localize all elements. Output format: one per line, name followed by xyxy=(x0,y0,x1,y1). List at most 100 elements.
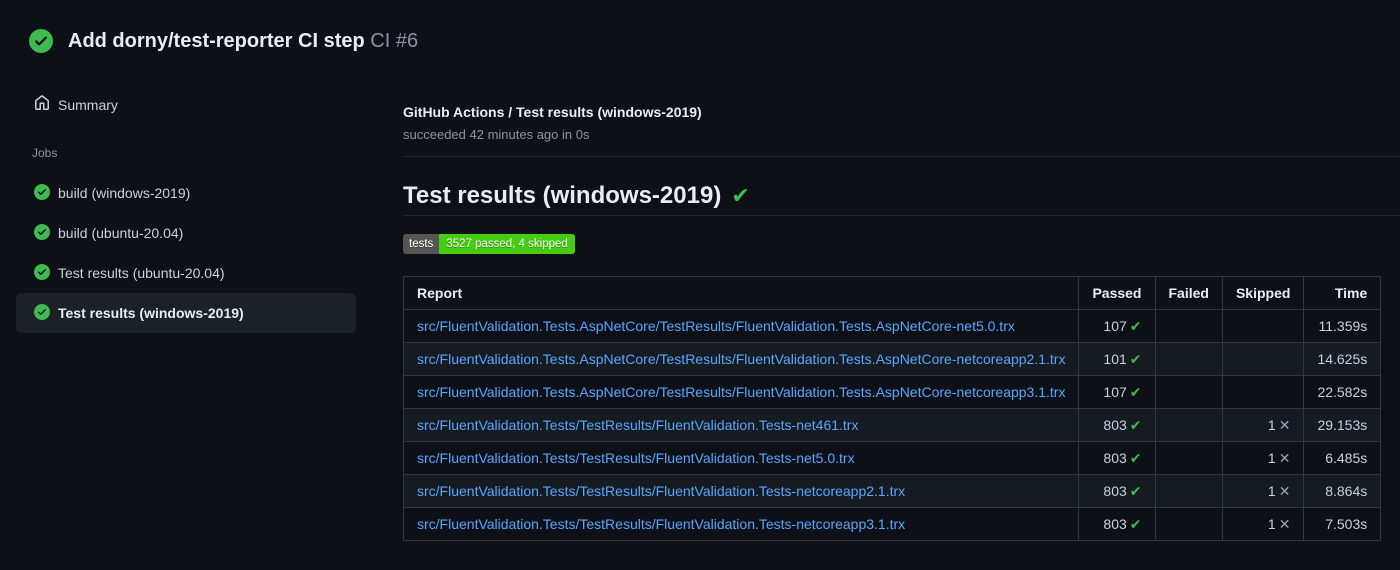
check-icon: ✔ xyxy=(1129,450,1142,466)
result-row: src/FluentValidation.Tests.AspNetCore/Te… xyxy=(402,309,1382,343)
time-cell: 6.485s xyxy=(1303,441,1382,475)
failed-cell xyxy=(1154,342,1223,376)
run-header: Add dorny/test-reporter CI step CI #6 xyxy=(29,29,418,53)
cross-icon: ✕ xyxy=(1278,450,1291,466)
passed-count: 803 xyxy=(1103,483,1127,499)
passed-cell: 803 ✔ xyxy=(1078,408,1156,442)
badge-value: 3527 passed, 4 skipped xyxy=(439,234,575,254)
passed-count: 107 xyxy=(1103,318,1127,334)
time-cell: 11.359s xyxy=(1303,309,1382,343)
report-link[interactable]: src/FluentValidation.Tests/TestResults/F… xyxy=(417,483,905,499)
result-row: src/FluentValidation.Tests/TestResults/F… xyxy=(402,441,1382,475)
failed-cell xyxy=(1154,375,1223,409)
skipped-count: 1 xyxy=(1267,516,1276,532)
heading-check-icon: ✔ xyxy=(731,183,750,208)
result-row: src/FluentValidation.Tests/TestResults/F… xyxy=(402,408,1382,442)
passed-cell: 803 ✔ xyxy=(1078,441,1156,475)
skipped-cell xyxy=(1221,375,1305,409)
run-status-text: succeeded 42 minutes ago in 0s xyxy=(403,127,590,142)
passed-count: 803 xyxy=(1103,516,1127,532)
report-link[interactable]: src/FluentValidation.Tests.AspNetCore/Te… xyxy=(417,318,1015,334)
time-cell: 14.625s xyxy=(1303,342,1382,376)
report-link[interactable]: src/FluentValidation.Tests.AspNetCore/Te… xyxy=(417,351,1065,367)
passed-count: 101 xyxy=(1103,351,1127,367)
report-link[interactable]: src/FluentValidation.Tests/TestResults/F… xyxy=(417,417,858,433)
passed-cell: 803 ✔ xyxy=(1078,474,1156,508)
divider xyxy=(403,215,1400,216)
check-icon: ✔ xyxy=(1129,516,1142,532)
failed-cell xyxy=(1154,507,1223,541)
success-check-circle-icon xyxy=(34,263,50,283)
check-icon: ✔ xyxy=(1129,351,1142,367)
time-cell: 22.582s xyxy=(1303,375,1382,409)
report-link[interactable]: src/FluentValidation.Tests/TestResults/F… xyxy=(417,516,905,532)
success-check-circle-icon xyxy=(34,223,50,243)
skipped-cell: 1 ✕ xyxy=(1221,507,1305,541)
time-cell: 29.153s xyxy=(1303,408,1382,442)
checks-page: Add dorny/test-reporter CI step CI #6 Su… xyxy=(0,0,1400,570)
time-cell: 7.503s xyxy=(1303,507,1382,541)
check-icon: ✔ xyxy=(1129,384,1142,400)
sidebar-job-item[interactable]: build (windows-2019) xyxy=(16,173,356,213)
report-link[interactable]: src/FluentValidation.Tests/TestResults/F… xyxy=(417,450,855,466)
run-title: Add dorny/test-reporter CI step xyxy=(68,29,365,52)
column-header-passed: Passed xyxy=(1078,276,1156,310)
jobs-list: build (windows-2019) build (ubuntu-20.04… xyxy=(0,173,372,333)
badge-label: tests xyxy=(403,234,440,254)
failed-cell xyxy=(1154,309,1223,343)
job-label: build (windows-2019) xyxy=(58,185,191,201)
cross-icon: ✕ xyxy=(1278,516,1291,532)
run-number: CI #6 xyxy=(370,29,419,52)
cross-icon: ✕ xyxy=(1278,483,1291,499)
column-header-skipped: Skipped xyxy=(1221,276,1305,310)
skipped-cell xyxy=(1221,342,1305,376)
skipped-cell: 1 ✕ xyxy=(1221,441,1305,475)
main-content: GitHub Actions / Test results (windows-2… xyxy=(402,90,1400,541)
sidebar-item-summary[interactable]: Summary xyxy=(0,90,372,120)
column-header-failed: Failed xyxy=(1154,276,1223,310)
result-row: src/FluentValidation.Tests.AspNetCore/Te… xyxy=(402,375,1382,409)
failed-cell xyxy=(1154,474,1223,508)
check-run-breadcrumb: GitHub Actions / Test results (windows-2… xyxy=(403,104,702,120)
test-results-table: Report Passed Failed Skipped Time src/Fluent… xyxy=(402,276,1382,541)
skipped-count: 1 xyxy=(1267,417,1276,433)
check-icon: ✔ xyxy=(1129,483,1142,499)
home-icon xyxy=(34,94,50,116)
passed-count: 803 xyxy=(1103,417,1127,433)
jobs-section-label: Jobs xyxy=(32,146,58,160)
table-header-row: Report Passed Failed Skipped Time xyxy=(402,276,1382,310)
time-cell: 8.864s xyxy=(1303,474,1382,508)
passed-cell: 101 ✔ xyxy=(1078,342,1156,376)
summary-label: Summary xyxy=(58,97,118,113)
success-check-circle-icon xyxy=(29,29,53,53)
skipped-cell: 1 ✕ xyxy=(1221,474,1305,508)
skipped-count: 1 xyxy=(1267,483,1276,499)
job-label: build (ubuntu-20.04) xyxy=(58,225,184,241)
job-label: Test results (windows-2019) xyxy=(58,305,244,321)
column-header-time: Time xyxy=(1303,276,1382,310)
failed-cell xyxy=(1154,408,1223,442)
skipped-cell xyxy=(1221,309,1305,343)
passed-cell: 803 ✔ xyxy=(1078,507,1156,541)
skipped-cell: 1 ✕ xyxy=(1221,408,1305,442)
passed-count: 107 xyxy=(1103,384,1127,400)
report-heading: Test results (windows-2019) ✔ xyxy=(403,183,1400,209)
result-row: src/FluentValidation.Tests.AspNetCore/Te… xyxy=(402,342,1382,376)
success-check-circle-icon xyxy=(34,303,50,323)
sidebar-job-item[interactable]: Test results (windows-2019) xyxy=(16,293,356,333)
sidebar: Summary Jobs build (windows-2019) build … xyxy=(0,90,372,333)
passed-count: 803 xyxy=(1103,450,1127,466)
skipped-count: 1 xyxy=(1267,450,1276,466)
failed-cell xyxy=(1154,441,1223,475)
success-check-circle-icon xyxy=(34,183,50,203)
report-link[interactable]: src/FluentValidation.Tests.AspNetCore/Te… xyxy=(417,384,1065,400)
sidebar-job-item[interactable]: build (ubuntu-20.04) xyxy=(16,213,356,253)
divider xyxy=(403,156,1400,157)
report-heading-text: Test results (windows-2019) xyxy=(403,182,722,209)
job-label: Test results (ubuntu-20.04) xyxy=(58,265,225,281)
check-icon: ✔ xyxy=(1129,417,1142,433)
passed-cell: 107 ✔ xyxy=(1078,375,1156,409)
passed-cell: 107 ✔ xyxy=(1078,309,1156,343)
sidebar-job-item[interactable]: Test results (ubuntu-20.04) xyxy=(16,253,356,293)
result-row: src/FluentValidation.Tests/TestResults/F… xyxy=(402,507,1382,541)
